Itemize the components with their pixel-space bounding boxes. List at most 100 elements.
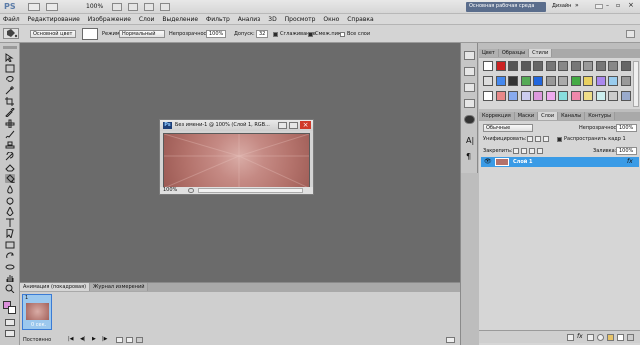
tool-move[interactable] [5,53,15,62]
tab-color[interactable]: Цвет [479,49,499,57]
close-icon[interactable]: × [628,2,634,9]
minimize-icon[interactable]: – [606,3,609,9]
style-swatch[interactable] [620,76,631,86]
tab-swatches[interactable]: Образцы [498,49,530,57]
style-swatch[interactable] [595,91,606,101]
arrange-docs-icon[interactable] [144,3,154,11]
propagate-checkbox[interactable] [557,137,562,142]
blend-mode-select[interactable]: Обычные [483,124,533,132]
tolerance-input[interactable]: 32 [256,30,268,38]
style-swatch[interactable] [483,91,493,101]
tool-marquee[interactable] [5,64,15,73]
tab-styles[interactable]: Стили [529,49,553,57]
menu-view[interactable]: Просмотр [282,14,319,23]
menu-filter[interactable]: Фильтр [203,14,233,23]
style-swatch[interactable] [483,61,493,71]
adjustment-layer-icon[interactable] [597,334,604,341]
history-panel-icon[interactable] [464,51,475,60]
styles-scrollbar[interactable] [633,61,639,107]
tool-blur[interactable] [5,185,15,194]
first-frame-icon[interactable]: |◀ [68,337,74,342]
hand-view-icon[interactable] [112,3,122,11]
menu-image[interactable]: Изображение [85,14,134,23]
document-canvas[interactable] [163,133,310,189]
style-swatch[interactable] [583,76,593,86]
menu-file[interactable]: Файл [0,14,23,23]
tool-hand[interactable] [5,273,15,282]
style-swatch[interactable] [508,91,518,101]
tool-magic-wand[interactable] [5,86,15,95]
style-swatch[interactable] [608,61,618,71]
next-frame-icon[interactable]: |▶ [102,337,108,342]
doc-close-icon[interactable]: × [300,121,311,129]
workspace-more-icon[interactable]: » [575,3,579,9]
opacity-input[interactable]: 100% [206,30,226,38]
tool-brush[interactable] [5,130,15,139]
layer-row[interactable]: 👁 Слой 1 fx [481,157,639,167]
mode-select[interactable]: Нормальный [119,30,165,38]
style-swatch[interactable] [483,76,493,86]
tool-history-brush[interactable] [5,152,15,161]
new-layer-icon[interactable] [617,334,624,341]
tab-measurement-log[interactable]: Журнал измерений [90,283,149,291]
pattern-picker[interactable] [82,28,98,40]
design-workspace[interactable]: Дизайн [552,4,571,9]
loop-select[interactable]: Постоянно [23,338,51,343]
style-swatch[interactable] [595,61,606,71]
horizontal-scrollbar[interactable] [198,188,303,193]
new-group-icon[interactable] [607,334,614,341]
panel-toggle-icon[interactable] [626,30,635,38]
style-swatch[interactable] [508,76,518,86]
tool-3d-rotate[interactable] [5,251,15,260]
fill-source-select[interactable]: Основной цвет [30,30,76,38]
add-mask-icon[interactable] [587,334,594,341]
style-swatch[interactable] [495,76,506,86]
brushes-panel-icon[interactable] [464,83,475,92]
style-swatch[interactable] [620,91,631,101]
delete-layer-icon[interactable] [627,334,634,341]
tab-layers[interactable]: Слои [538,112,559,120]
style-swatch[interactable] [595,76,606,86]
tool-paint-bucket[interactable] [5,174,15,183]
layer-visibility-icon[interactable]: 👁 [484,159,492,165]
all-layers-checkbox[interactable] [340,32,345,37]
style-swatch[interactable] [570,61,581,71]
style-swatch[interactable] [495,91,506,101]
style-swatch[interactable] [520,61,531,71]
status-info-icon[interactable] [188,188,194,193]
link-layers-icon[interactable] [567,334,574,341]
lock-pixels-icon[interactable] [521,148,527,154]
menu-analysis[interactable]: Анализ [235,14,264,23]
unify-position-icon[interactable] [527,136,533,142]
quick-mask-icon[interactable] [5,319,15,326]
tool-lasso[interactable] [5,75,15,84]
rotate-view-icon[interactable] [128,3,138,11]
tool-zoom[interactable] [5,284,15,293]
timeline-toggle-icon[interactable] [446,337,455,343]
tool-rectangle[interactable] [5,240,15,249]
fill-input[interactable]: 100% [616,147,637,155]
bridge-icon[interactable] [28,3,40,11]
paragraph-panel-icon[interactable]: ¶ [466,153,471,161]
search-field[interactable] [595,4,603,9]
style-swatch[interactable] [608,91,618,101]
lock-transparency-icon[interactable] [513,148,519,154]
style-swatch[interactable] [533,61,543,71]
prev-frame-icon[interactable]: ◀| [80,337,86,342]
style-swatch[interactable] [545,91,556,101]
style-swatch[interactable] [583,61,593,71]
add-style-icon[interactable]: fx [577,334,583,340]
screen-mode-icon[interactable] [160,3,170,11]
toolbar-grip[interactable] [3,46,17,49]
layer-fx-icon[interactable]: fx [627,159,633,165]
zoom-level[interactable]: 100% [86,4,103,10]
delete-frame-icon[interactable] [136,337,143,343]
style-swatch[interactable] [533,76,543,86]
style-swatch[interactable] [545,61,556,71]
menu-select[interactable]: Выделение [159,14,201,23]
style-swatch[interactable] [508,61,518,71]
character-panel-icon[interactable]: A| [466,137,474,145]
style-swatch[interactable] [570,91,581,101]
style-swatch[interactable] [558,76,568,86]
tool-healing-brush[interactable] [5,119,15,128]
